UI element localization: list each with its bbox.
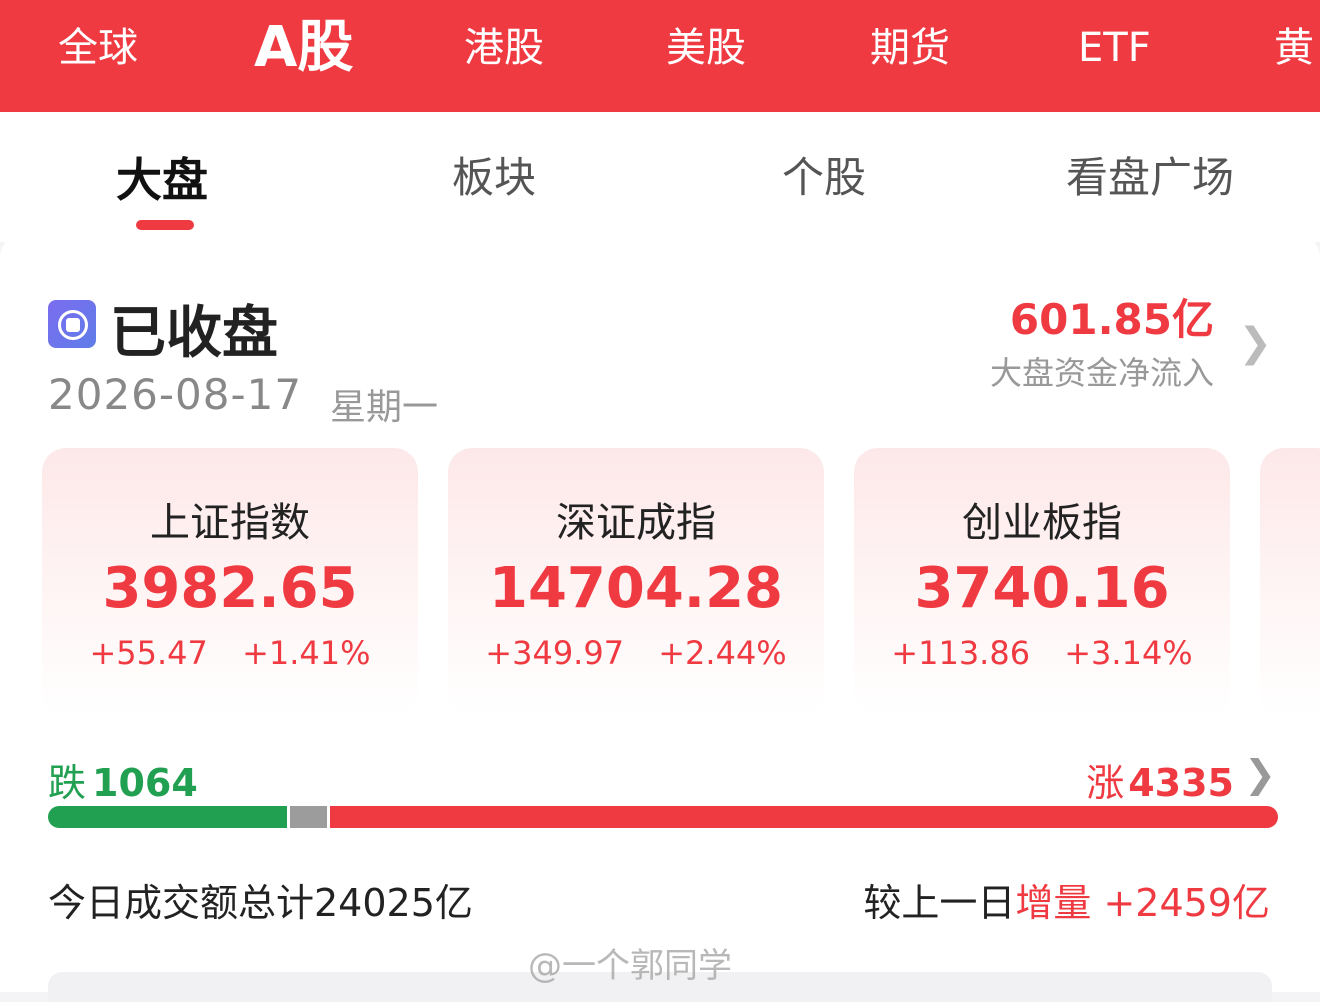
- capital-flow-label[interactable]: 大盘资金净流入: [990, 348, 1214, 394]
- trading-date: 2026-08-17: [48, 370, 303, 419]
- index-change: +349.97: [485, 634, 625, 672]
- decliners-count[interactable]: 跌 1064: [48, 752, 198, 807]
- index-tile-partial[interactable]: [1260, 448, 1320, 716]
- turnover-increase: 增量 +2459亿: [1015, 881, 1270, 925]
- turnover-compare: 较上一日增量 +2459亿: [863, 881, 1270, 925]
- advancers-segment: [329, 806, 1278, 828]
- market-closed-icon: [48, 300, 96, 348]
- index-change-row: +113.86 +3.14%: [854, 634, 1230, 672]
- turnover-total: 今日成交额总计24025亿: [48, 881, 473, 925]
- unchanged-segment: [289, 806, 327, 828]
- tab-etf[interactable]: ETF: [1078, 0, 1151, 96]
- capital-flow-value[interactable]: 601.85亿: [1010, 286, 1214, 347]
- index-name: 上证指数: [150, 500, 310, 546]
- index-value: 3740.16: [914, 556, 1170, 621]
- index-change-pct: +2.44%: [658, 634, 787, 672]
- tab-market-overview[interactable]: 大盘: [116, 144, 208, 210]
- market-nav: 全球 A股 港股 美股 期货 ETF 黄: [0, 0, 1320, 112]
- tab-market-square[interactable]: 看盘广场: [1066, 144, 1234, 205]
- tab-futures[interactable]: 期货: [870, 0, 950, 96]
- index-change-pct: +3.14%: [1064, 634, 1193, 672]
- tab-global[interactable]: 全球: [58, 0, 138, 96]
- sub-nav: 大盘 板块 个股 看盘广场: [0, 112, 1320, 242]
- decliners-segment: [48, 806, 287, 828]
- tab-stocks[interactable]: 个股: [782, 144, 866, 205]
- index-change: +113.86: [891, 634, 1031, 672]
- tab-sectors[interactable]: 板块: [452, 144, 536, 205]
- market-status: 已收盘: [110, 301, 278, 366]
- index-change-row: +349.97 +2.44%: [448, 634, 824, 672]
- index-value: 3982.65: [102, 556, 358, 621]
- tab-hk-stocks[interactable]: 港股: [464, 0, 544, 96]
- index-value: 14704.28: [488, 556, 784, 621]
- chevron-right-icon[interactable]: ❯: [1238, 320, 1272, 366]
- trading-weekday: 星期一: [330, 387, 439, 428]
- index-tile-shanghai[interactable]: 上证指数 3982.65 +55.47 +1.41%: [42, 448, 418, 716]
- index-change-row: +55.47 +1.41%: [42, 634, 418, 672]
- advancers-count[interactable]: 涨 4335: [1086, 752, 1234, 807]
- index-tile-shenzhen[interactable]: 深证成指 14704.28 +349.97 +2.44%: [448, 448, 824, 716]
- tab-gold[interactable]: 黄: [1274, 0, 1314, 96]
- index-name: 深证成指: [556, 500, 716, 546]
- chevron-right-icon[interactable]: ❯: [1244, 752, 1276, 796]
- index-name: 创业板指: [962, 500, 1122, 546]
- advance-decline-bar: [48, 806, 1278, 828]
- index-change: +55.47: [89, 634, 208, 672]
- tab-us-stocks[interactable]: 美股: [666, 0, 746, 96]
- weibo-watermark: @一个郭同学: [528, 946, 732, 986]
- tab-a-shares[interactable]: A股: [254, 0, 353, 96]
- active-tab-indicator: [136, 220, 194, 230]
- market-summary-card: 已收盘 2026-08-17 星期一 601.85亿 大盘资金净流入 ❯ 上证指…: [0, 232, 1320, 1002]
- index-tile-chinext[interactable]: 创业板指 3740.16 +113.86 +3.14%: [854, 448, 1230, 716]
- index-change-pct: +1.41%: [242, 634, 371, 672]
